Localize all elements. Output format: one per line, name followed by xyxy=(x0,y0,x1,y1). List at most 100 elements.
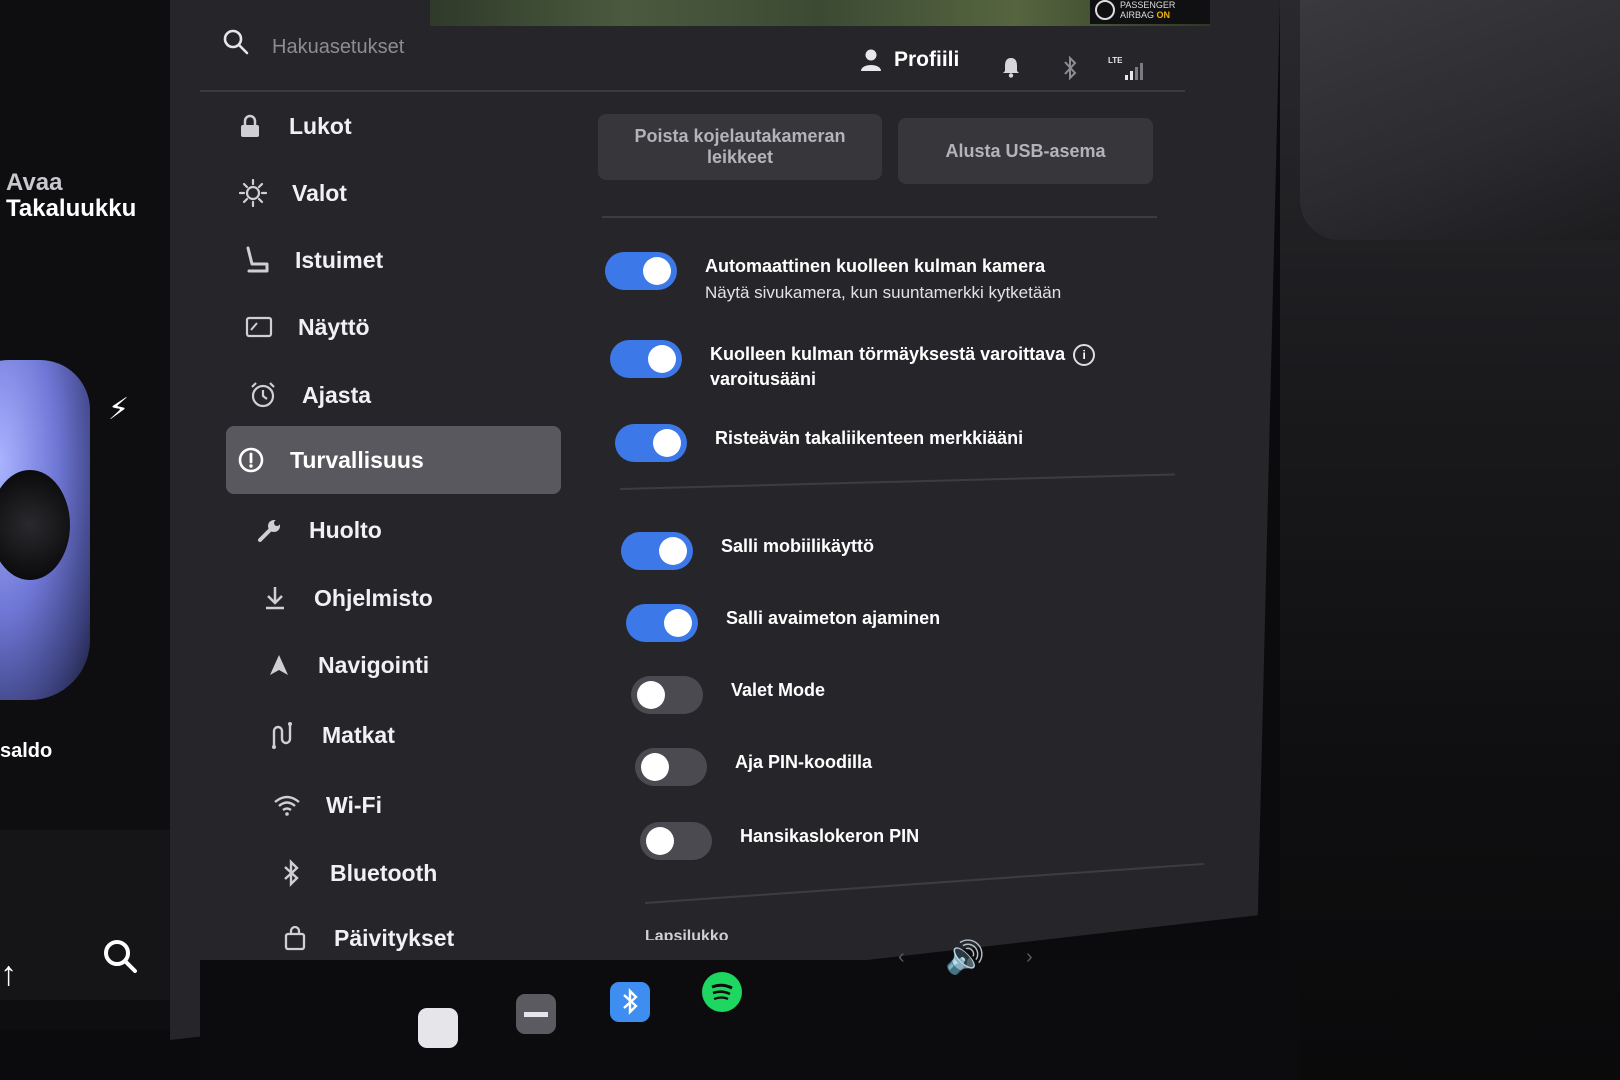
setting-title: Automaattinen kuolleen kulman kamera xyxy=(705,256,1046,276)
sidebar-item-bluetooth[interactable]: Bluetooth xyxy=(266,840,602,906)
spotify-waves xyxy=(711,983,733,1001)
download-icon xyxy=(260,583,290,613)
toggle-knob xyxy=(643,257,671,285)
setting-text: Kuolleen kulman törmäyksestä varoittava i… xyxy=(710,340,1096,390)
airbag-line1: PASSENGER xyxy=(1120,0,1176,10)
range-label: saldo xyxy=(0,740,53,762)
sidebar-item-ajasta[interactable]: Ajasta xyxy=(238,362,574,428)
delete-dashcam-clips-button[interactable]: Poista kojelautakameran leikkeet xyxy=(598,114,882,180)
blind-spot-camera-toggle[interactable] xyxy=(605,252,677,290)
mobile-access-toggle[interactable] xyxy=(621,532,693,570)
setting-text: Valet Mode xyxy=(731,676,825,701)
trips-icon xyxy=(268,720,298,750)
lightning-bolt-icon: ⚡ xyxy=(108,393,130,426)
sidebar-item-wifi[interactable]: Wi-Fi xyxy=(262,772,598,838)
sidebar-item-navigointi[interactable]: Navigointi xyxy=(254,632,590,698)
setting-text: Aja PIN-koodilla xyxy=(735,748,872,773)
chevron-left-icon[interactable]: ‹ xyxy=(898,946,905,969)
window-glare xyxy=(1300,0,1620,240)
sidebar-item-naytto[interactable]: Näyttö xyxy=(234,294,570,360)
toggle-knob xyxy=(659,537,687,565)
sidebar-item-label: Ohjelmisto xyxy=(314,584,433,611)
search-icon[interactable] xyxy=(100,936,140,976)
bell-icon[interactable] xyxy=(1001,56,1021,78)
sidebar-item-label: Wi-Fi xyxy=(326,791,382,818)
pin-to-drive-toggle[interactable] xyxy=(635,748,707,786)
setting-blind-spot-camera: Automaattinen kuolleen kulman kamera Näy… xyxy=(605,252,1061,303)
setting-title: Salli mobiilikäyttö xyxy=(721,536,875,556)
sidebar-item-label: Matkat xyxy=(322,721,395,748)
airbag-icon xyxy=(1095,0,1115,20)
dashcam-app-icon[interactable] xyxy=(516,994,556,1034)
setting-title: Risteävän takaliikenteen merkkiääni xyxy=(715,428,1024,448)
toggle-knob xyxy=(641,753,669,781)
sidebar-item-label: Turvallisuus xyxy=(290,446,424,473)
calendar-app-icon[interactable] xyxy=(418,1008,458,1048)
chevron-right-icon[interactable]: › xyxy=(1026,946,1033,969)
sidebar-item-label: Istuimet xyxy=(295,246,384,273)
search-input[interactable] xyxy=(270,30,574,64)
spotify-app-icon[interactable] xyxy=(702,972,742,1012)
setting-title: Valet Mode xyxy=(731,680,826,700)
setting-text: Automaattinen kuolleen kulman kamera Näy… xyxy=(705,252,1061,303)
setting-title: Salli avaimeton ajaminen xyxy=(726,608,941,628)
setting-text: Salli mobiilikäyttö xyxy=(721,532,874,557)
setting-cross-traffic-chime: Risteävän takaliikenteen merkkiääni xyxy=(615,424,1023,462)
bluetooth-app-icon[interactable] xyxy=(610,982,650,1022)
sun-icon xyxy=(238,178,268,208)
sidebar-item-lukot[interactable]: Lukot xyxy=(225,93,561,159)
bottom-dock xyxy=(200,960,1300,1080)
bluetooth-icon xyxy=(1064,56,1077,80)
search-icon[interactable] xyxy=(222,28,250,56)
setting-subtitle: Näytä sivukamera, kun suuntamerkki kytke… xyxy=(705,283,1062,302)
setting-mobile-access: Salli mobiilikäyttö xyxy=(621,532,874,570)
sidebar-item-turvallisuus[interactable]: Turvallisuus xyxy=(226,426,561,494)
sidebar-item-ohjelmisto[interactable]: Ohjelmisto xyxy=(250,565,586,631)
sidebar-item-istuimet[interactable]: Istuimet xyxy=(231,227,567,293)
lte-signal-icon: LTE xyxy=(1108,56,1143,80)
sidebar-item-label: Ajasta xyxy=(302,381,372,408)
toggle-knob xyxy=(664,609,692,637)
signal-bar xyxy=(1134,67,1138,80)
info-icon[interactable]: i xyxy=(1073,344,1096,367)
trunk-label-line1: Avaa xyxy=(6,169,63,196)
cross-traffic-chime-toggle[interactable] xyxy=(615,424,687,462)
signal-bar xyxy=(1129,71,1133,80)
sidebar-item-valot[interactable]: Valot xyxy=(228,160,564,226)
glovebox-pin-toggle[interactable] xyxy=(640,822,712,860)
person-icon xyxy=(861,49,881,71)
child-lock-label: Lapsilukko xyxy=(645,928,729,940)
car-controls-panel xyxy=(0,830,182,1000)
setting-title: Aja PIN-koodilla xyxy=(735,752,873,772)
sidebar-item-label: Päivitykset xyxy=(334,924,455,951)
trunk-label-line2: Takaluukku xyxy=(6,194,137,222)
profile-button[interactable]: Profiili xyxy=(860,48,959,72)
bluetooth-icon xyxy=(623,988,638,1015)
wrench-icon xyxy=(255,515,285,545)
sidebar-item-label: Valot xyxy=(292,179,347,206)
setting-title-line2: varoitusääni xyxy=(710,369,817,390)
keyless-driving-toggle[interactable] xyxy=(626,604,698,642)
setting-text: Hansikaslokeron PIN xyxy=(740,822,919,847)
lte-label: LTE xyxy=(1108,56,1123,65)
setting-valet-mode: Valet Mode xyxy=(631,676,825,714)
blind-spot-chime-toggle[interactable] xyxy=(610,340,682,378)
valet-mode-toggle[interactable] xyxy=(631,676,703,714)
signal-bar xyxy=(1139,63,1143,80)
alarm-clock-icon xyxy=(248,380,278,410)
sidebar-item-label: Näyttö xyxy=(298,313,370,340)
sidebar-item-label: Navigointi xyxy=(318,651,430,678)
setting-title: Kuolleen kulman törmäyksestä varoittava i xyxy=(710,344,1096,367)
volume-icon[interactable]: 🔊 xyxy=(945,938,985,976)
toggle-knob xyxy=(637,681,665,709)
wifi-icon xyxy=(272,790,302,820)
seat-icon xyxy=(241,245,271,275)
arrow-icon[interactable]: ↑ xyxy=(0,955,17,994)
bluetooth-icon xyxy=(276,858,306,888)
sidebar-item-matkat[interactable]: Matkat xyxy=(258,702,594,768)
open-trunk-button[interactable]: Avaa Takaluukku xyxy=(6,170,136,222)
sidebar-item-label: Bluetooth xyxy=(330,859,438,886)
format-usb-button[interactable]: Alusta USB-asema xyxy=(898,118,1153,184)
sidebar-item-huolto[interactable]: Huolto xyxy=(245,497,581,563)
toggle-knob xyxy=(653,429,681,457)
